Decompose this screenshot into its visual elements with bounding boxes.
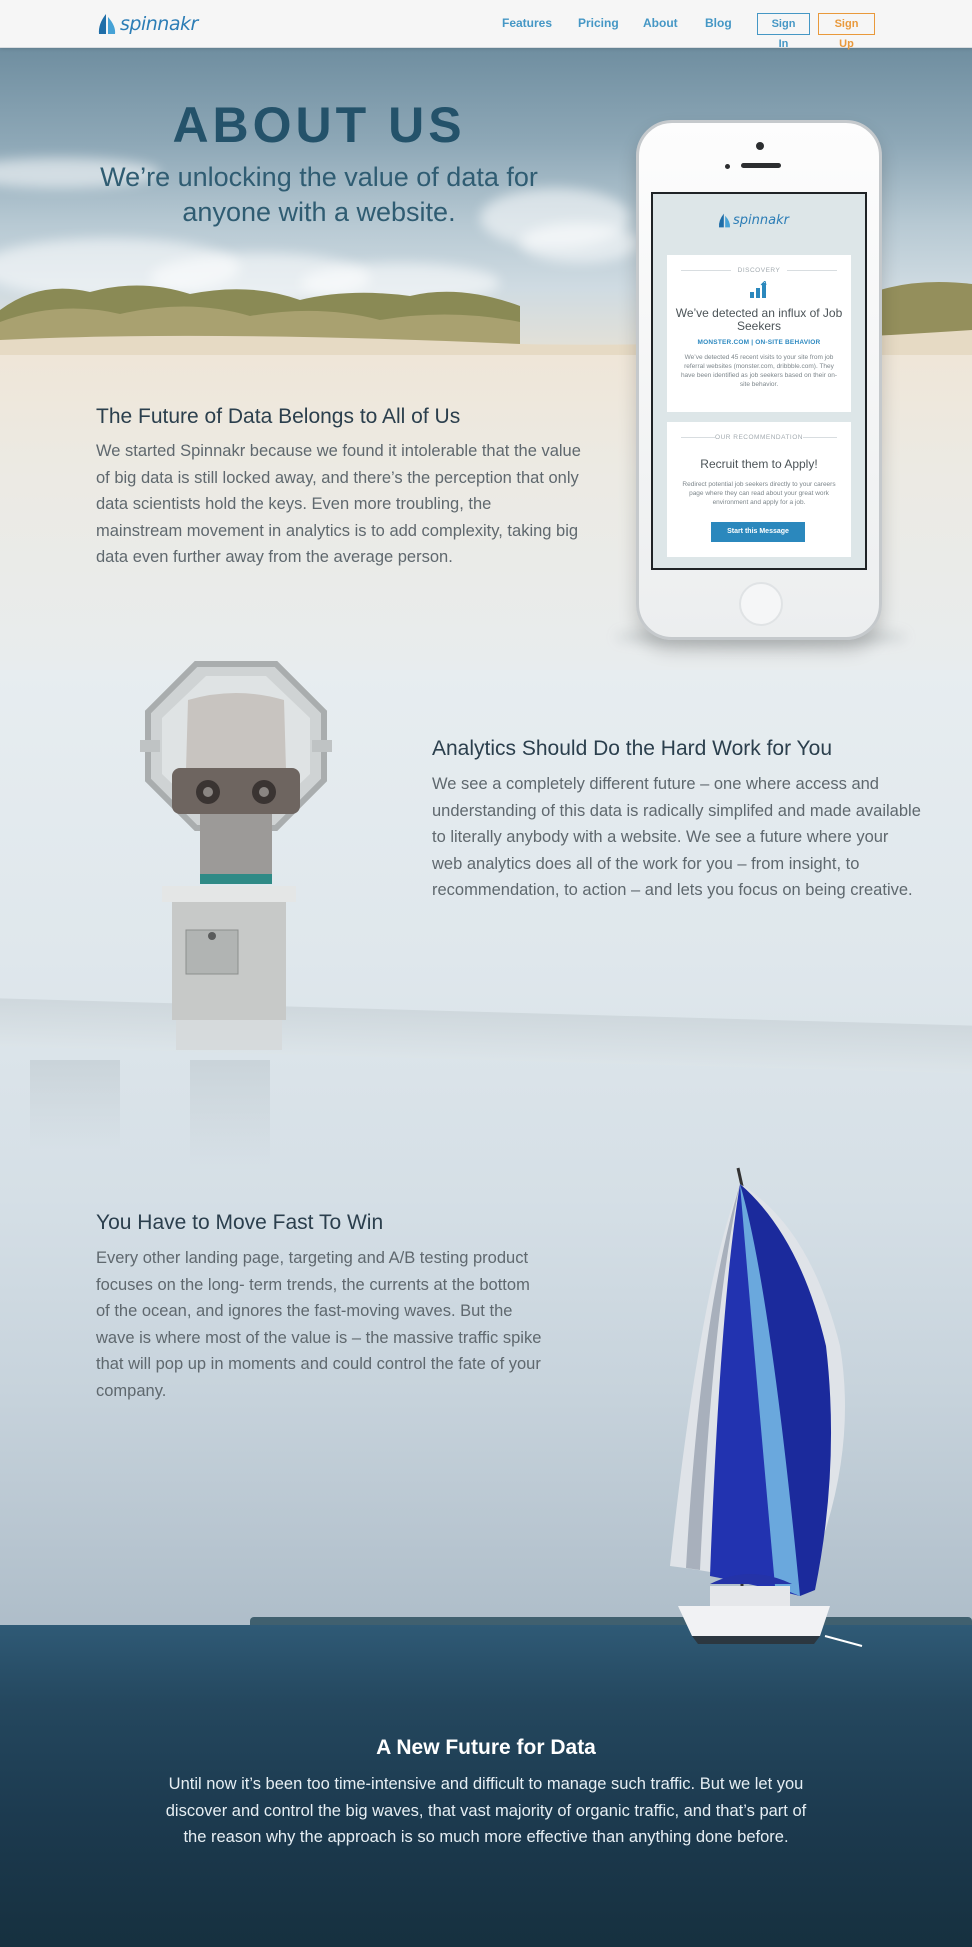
nav-link-pricing[interactable]: Pricing	[578, 16, 619, 30]
brand-logo[interactable]: spinnakr	[96, 12, 198, 36]
phone-sensor	[725, 164, 730, 169]
page-title: ABOUT US	[172, 97, 466, 153]
top-navbar: spinnakr Features Pricing About Blog Sig…	[0, 0, 972, 50]
discovery-body: We’ve detected 45 recent visits to your …	[680, 354, 838, 388]
section-title-new-future: A New Future for Data	[376, 1736, 596, 1759]
hero-subtitle: We’re unlocking the value of data for an…	[100, 162, 538, 227]
section-body-move-fast: Every other landing page, targeting and …	[96, 1249, 542, 1400]
start-message-button[interactable]: Start this Message	[711, 522, 805, 542]
nav-link-blog[interactable]: Blog	[705, 16, 732, 30]
phone-speaker	[741, 163, 781, 168]
section-body-analytics: We see a completely different future – o…	[432, 775, 921, 900]
recommendation-card: OUR RECOMMENDATION Recruit them to Apply…	[667, 422, 851, 557]
discovery-label: DISCOVERY	[737, 267, 781, 274]
recommendation-body: Redirect potential job seekers directly …	[682, 481, 836, 506]
sign-up-button[interactable]: Sign Up	[818, 13, 875, 50]
sign-in-button[interactable]: Sign In	[757, 13, 810, 50]
phone-logo-text: spinnakr	[733, 213, 789, 228]
phone-screen: spinnakr DISCOVERY We’ve detected an inf…	[651, 192, 867, 570]
section-body-new-future: Until now it’s been too time-intensive a…	[165, 1775, 807, 1847]
coin-binoculars-image	[140, 661, 332, 1050]
recommendation-label: OUR RECOMMENDATION	[715, 434, 803, 441]
nav-link-features[interactable]: Features	[502, 16, 552, 30]
discovery-headline: We’ve detected an influx of Job Seekers	[675, 306, 843, 333]
bar-chart-icon	[750, 281, 767, 298]
nav-link-about[interactable]: About	[643, 16, 678, 30]
phone-camera	[756, 142, 764, 150]
phone-mockup: spinnakr DISCOVERY We’ve detected an inf…	[636, 120, 882, 640]
sail-logo-icon	[98, 14, 116, 34]
section-title-move-fast: You Have to Move Fast To Win	[96, 1211, 384, 1234]
recommendation-headline: Recruit them to Apply!	[700, 457, 818, 471]
section-body-future-of-data: We started Spinnakr because we found it …	[96, 442, 581, 567]
brand-name: spinnakr	[120, 13, 198, 35]
section-title-analytics: Analytics Should Do the Hard Work for Yo…	[432, 737, 832, 760]
phone-logo: spinnakr	[717, 212, 789, 229]
discovery-tags: MONSTER.COM | ON-SITE BEHAVIOR	[697, 339, 821, 346]
section-title-future-of-data: The Future of Data Belongs to All of Us	[96, 405, 461, 428]
sail-logo-icon	[718, 213, 731, 228]
sailboat-spinnaker-image	[670, 1167, 863, 1647]
discovery-card: DISCOVERY We’ve detected an influx of Jo…	[667, 255, 851, 412]
phone-home-button	[739, 582, 783, 626]
